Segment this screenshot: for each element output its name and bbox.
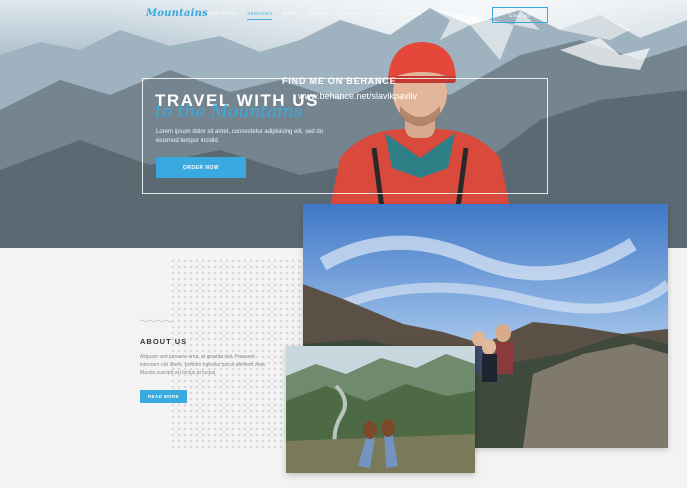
nav-item-work[interactable]: WORK (282, 11, 297, 20)
valley-feet-photo (286, 346, 475, 473)
nav-item-contact[interactable]: CONTACT (341, 11, 365, 20)
nav-item-journal-2[interactable]: JOURNAL (399, 11, 422, 20)
squiggle-divider (140, 319, 172, 323)
about-description: Aliquam sed posuere urna, et gravida nis… (140, 354, 267, 376)
hero-description: Lorem ipsum dolor sit amet, consectetur … (156, 129, 324, 144)
nav-item-services[interactable]: SERVICES (247, 11, 273, 20)
main-nav: OUR STORY SERVICES WORK JOURNAL CONTACT … (208, 11, 423, 20)
nav-item-work-2[interactable]: WORK (374, 11, 389, 20)
hero-script-title: to the Mountains (155, 102, 303, 122)
nav-item-our-story[interactable]: OUR STORY (208, 11, 237, 20)
read-more-button[interactable]: READ MORE (140, 390, 187, 403)
order-now-button[interactable]: ORDER NOW (156, 157, 246, 178)
brand-logo[interactable]: Mountains (146, 8, 208, 19)
nav-item-journal[interactable]: JOURNAL (308, 11, 331, 20)
behance-heading: FIND ME ON BEHANCE (282, 76, 397, 86)
about-title: ABOUT US (140, 337, 188, 346)
call-us-button[interactable]: CALL US (492, 7, 548, 23)
